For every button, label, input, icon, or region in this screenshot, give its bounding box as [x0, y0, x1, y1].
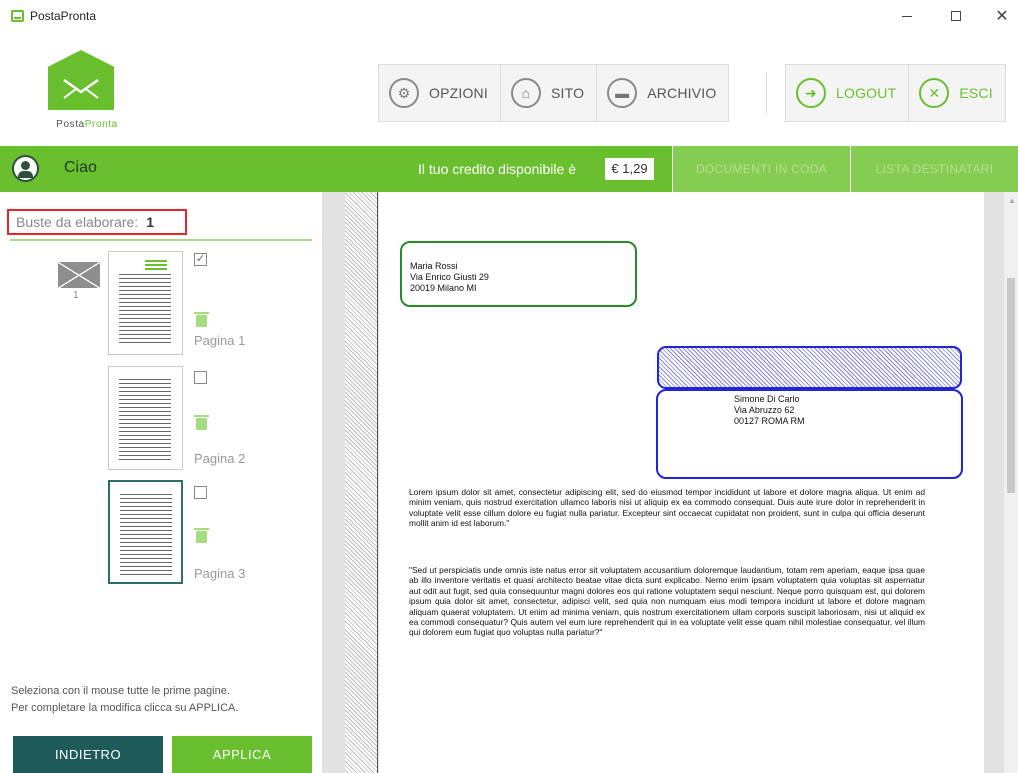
minimize-button[interactable] — [892, 4, 922, 28]
archivio-label: ARCHIVIO — [647, 85, 717, 101]
trash-icon[interactable] — [194, 312, 209, 327]
folder-icon: ▬ — [607, 78, 638, 108]
sender-city: 20019 Milano MI — [410, 283, 477, 293]
hint-line-1: Seleziona con il mouse tutte le prime pa… — [11, 685, 230, 697]
envelope-number: 1 — [73, 290, 79, 301]
exit-x-icon: ✕ — [919, 78, 950, 108]
greeting: Ciao — [64, 159, 97, 176]
page-thumbnail-1[interactable] — [108, 251, 183, 355]
sender-name: Maria Rossi — [410, 261, 458, 271]
recipient-reserved-zone — [657, 346, 962, 389]
trash-icon[interactable] — [194, 528, 209, 543]
tab-lista-destinatari[interactable]: LISTA DESTINATARI — [850, 146, 1018, 192]
envelopes-label: Buste da elaborare: — [16, 214, 139, 230]
home-icon: ⌂ — [510, 78, 541, 108]
esci-button[interactable]: ✕ ESCI — [909, 65, 1004, 121]
page-margin-hatch — [345, 192, 378, 773]
app-icon — [11, 10, 24, 22]
envelope-logo-icon — [48, 50, 114, 110]
close-window-button[interactable]: ✕ — [987, 4, 1017, 28]
scroll-up-arrow-icon[interactable]: ▲ — [1008, 196, 1016, 205]
envelopes-to-process: Buste da elaborare: 1 — [7, 209, 187, 235]
gear-icon: ⚙ — [389, 78, 419, 108]
toolbar-divider — [766, 72, 767, 114]
page-thumbnail-3[interactable] — [108, 480, 183, 584]
minimize-icon — [902, 15, 912, 17]
hint-line-2: Per completare la modifica clicca su APP… — [11, 702, 239, 714]
main-toolbar: ⚙ OPZIONI ⌂ SITO ▬ ARCHIVIO — [378, 64, 730, 122]
recipient-city: 00127 ROMA RM — [734, 416, 805, 426]
envelope-icon — [58, 262, 100, 288]
page-3-checkbox[interactable] — [194, 486, 207, 499]
page-2-checkbox[interactable] — [194, 371, 207, 384]
window-title: PostaPronta — [30, 9, 97, 23]
status-bar: Ciao Il tuo credito disponibile è € 1,29… — [0, 146, 1018, 192]
recipient-address-box[interactable]: Simone Di Carlo Via Abruzzo 62 00127 ROM… — [656, 389, 963, 479]
logout-label: LOGOUT — [836, 85, 897, 101]
recipient-street: Via Abruzzo 62 — [734, 405, 795, 415]
page-3-label: Pagina 3 — [194, 566, 246, 581]
envelopes-count: 1 — [146, 214, 154, 230]
session-toolbar: ➜ LOGOUT ✕ ESCI — [785, 64, 1006, 122]
page-2-label: Pagina 2 — [194, 451, 246, 466]
address-marker-icon — [145, 260, 167, 270]
esci-label: ESCI — [959, 85, 993, 101]
scrollbar-thumb[interactable] — [1007, 278, 1015, 493]
sender-street: Via Enrico Giusti 29 — [410, 272, 489, 282]
tab-documenti-in-coda[interactable]: DOCUMENTI IN CODA — [672, 146, 850, 192]
sender-address-box[interactable]: Maria Rossi Via Enrico Giusti 29 20019 M… — [400, 241, 637, 307]
title-bar: PostaPronta — [0, 0, 1018, 32]
credit-value: € 1,29 — [605, 158, 654, 180]
page-text-lines — [120, 494, 172, 576]
page-1-checkbox[interactable]: ✓ — [194, 253, 207, 266]
archivio-button[interactable]: ▬ ARCHIVIO — [597, 65, 728, 121]
maximize-icon — [951, 11, 961, 21]
sito-label: SITO — [550, 85, 585, 101]
divider — [10, 239, 312, 241]
apply-button[interactable]: APPLICA — [172, 736, 312, 773]
recipient-name: Simone Di Carlo — [734, 394, 800, 404]
logout-button[interactable]: ➜ LOGOUT — [786, 65, 910, 121]
back-button[interactable]: INDIETRO — [13, 736, 163, 773]
logo-wordmark: PostaPronta — [40, 119, 134, 130]
sito-button[interactable]: ⌂ SITO — [501, 65, 598, 121]
logout-arrow-icon: ➜ — [796, 78, 826, 108]
opzioni-button[interactable]: ⚙ OPZIONI — [379, 65, 501, 121]
opzioni-label: OPZIONI — [429, 85, 488, 101]
page-text-lines — [119, 379, 171, 461]
user-avatar-icon — [12, 155, 39, 182]
app-logo: PostaPronta — [40, 50, 134, 135]
instructions: Seleziona con il mouse tutte le prime pa… — [11, 683, 238, 717]
page-1-label: Pagina 1 — [194, 333, 246, 348]
document-paragraph-1: Lorem ipsum dolor sit amet, consectetur … — [409, 487, 925, 529]
page-text-lines — [119, 274, 171, 344]
credit-label: Il tuo credito disponibile è — [418, 161, 576, 177]
page-thumbnail-2[interactable] — [108, 366, 183, 470]
close-icon: ✕ — [995, 8, 1009, 25]
document-paragraph-2: "Sed ut perspiciatis unde omnis iste nat… — [409, 565, 925, 638]
maximize-button[interactable] — [941, 4, 971, 28]
logo-text-b: Pronta — [84, 119, 118, 130]
trash-icon[interactable] — [194, 415, 209, 430]
logo-text-a: Posta — [56, 119, 85, 130]
